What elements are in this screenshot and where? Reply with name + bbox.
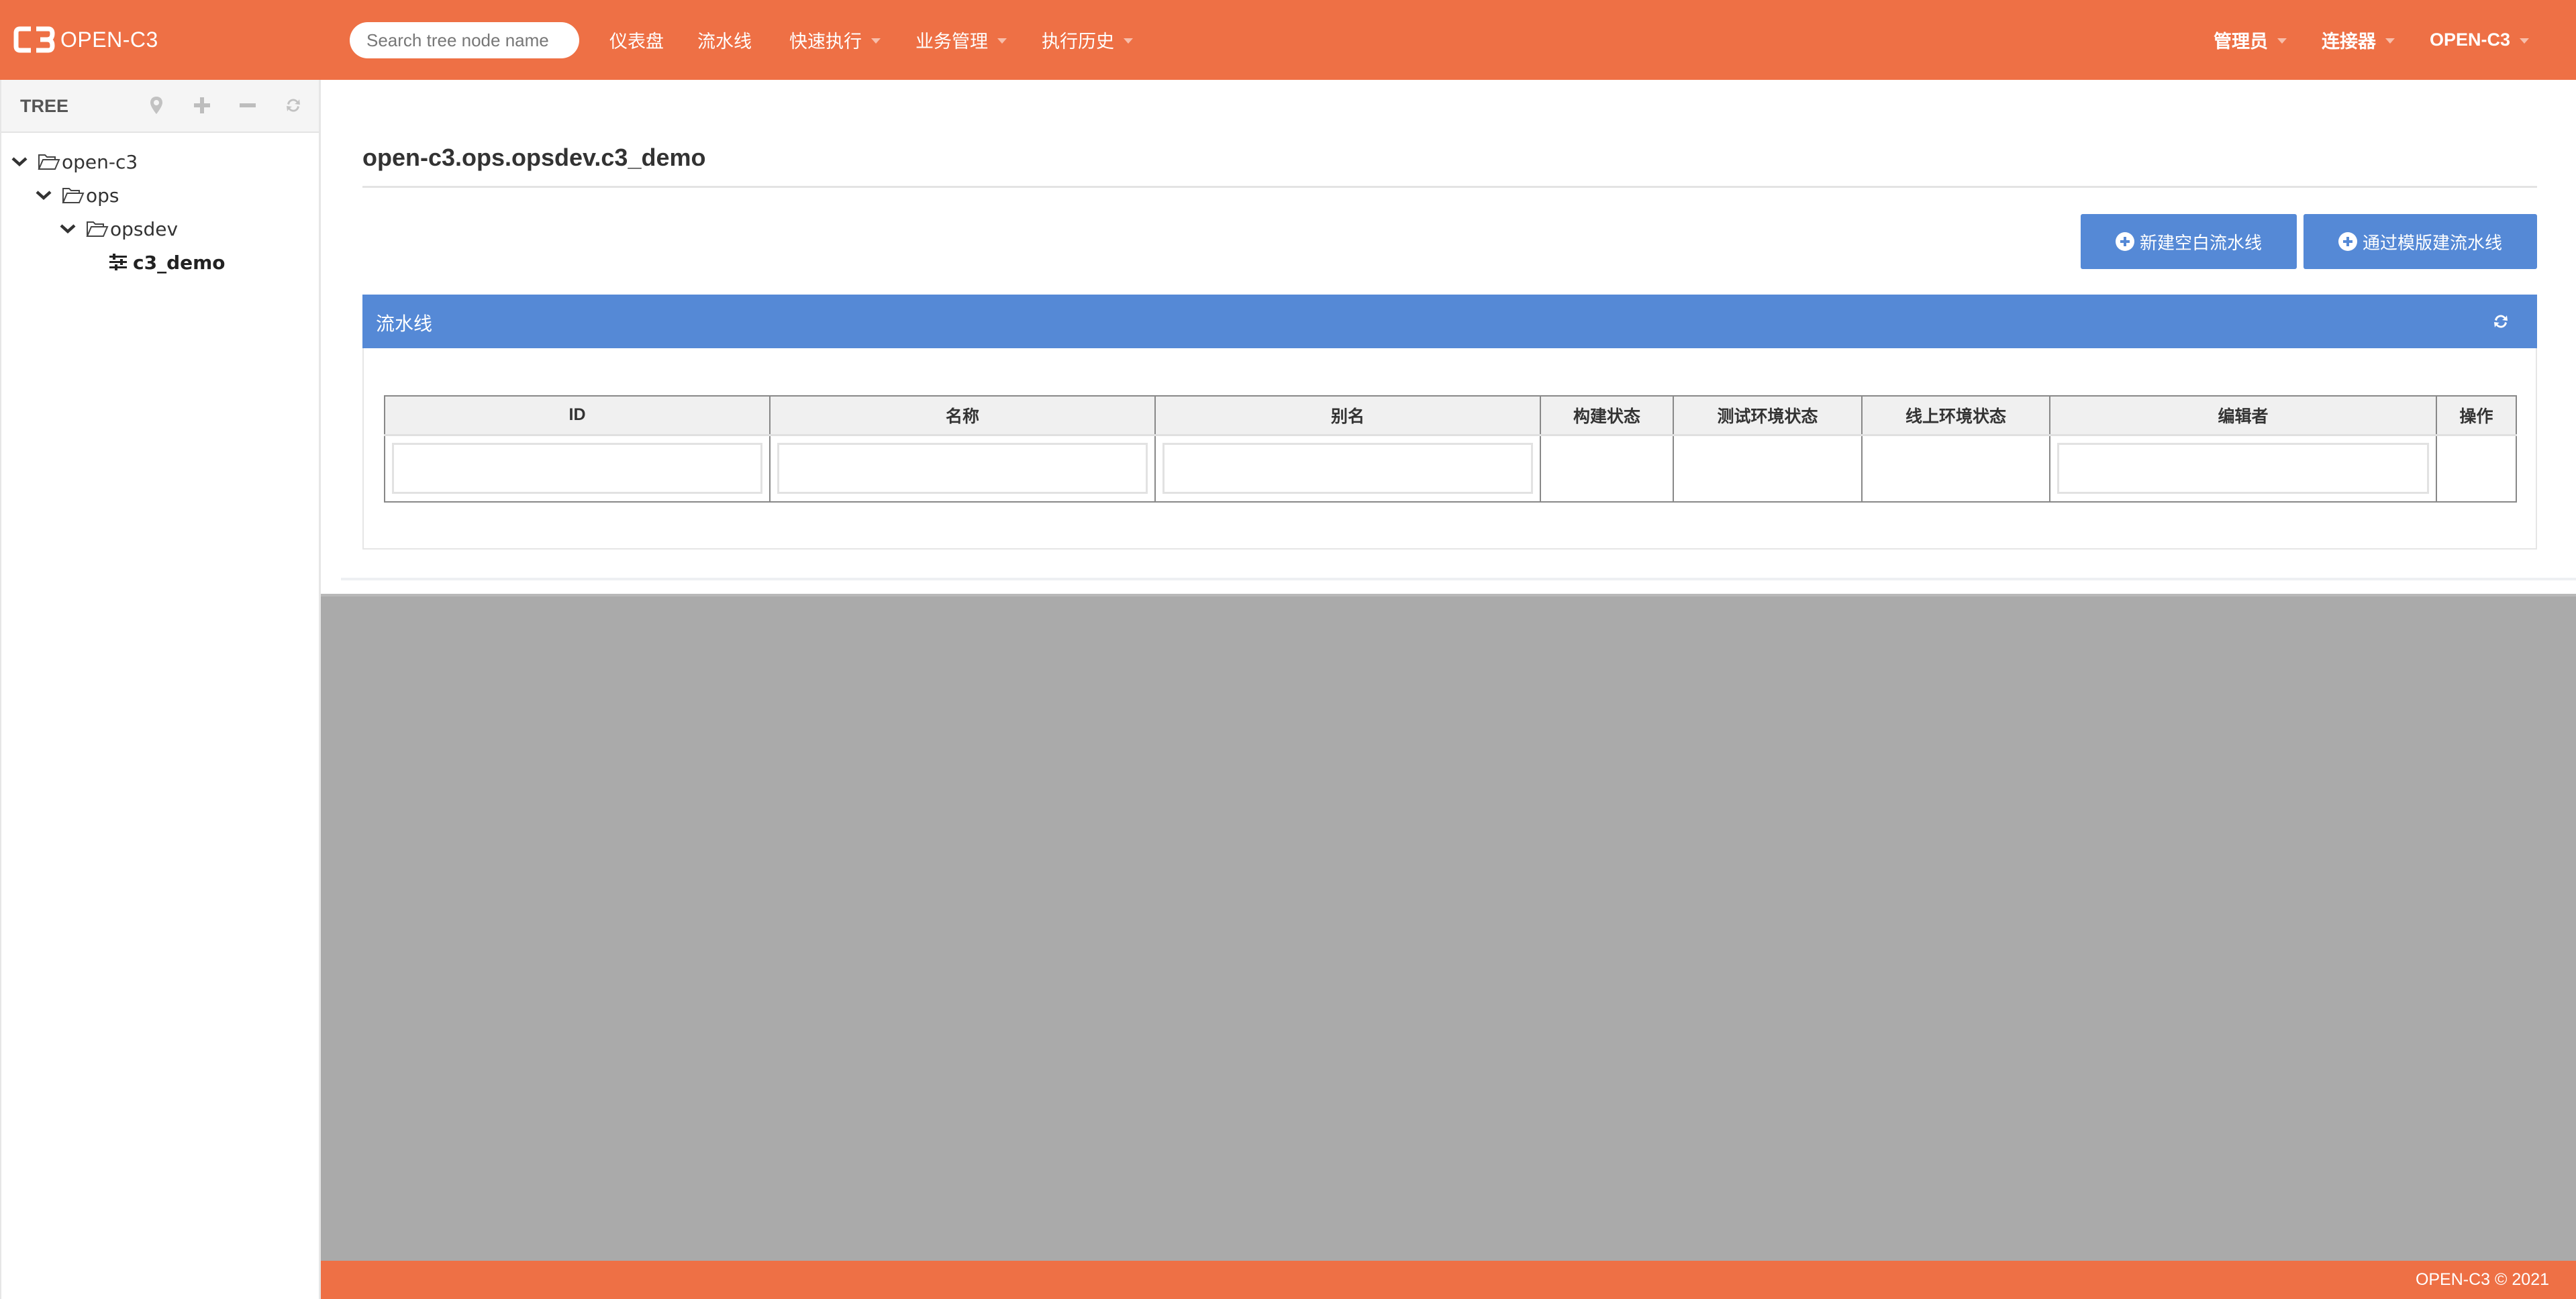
name-filter-input[interactable] xyxy=(777,443,1148,495)
tree-title: TREE xyxy=(20,96,69,116)
nav-business-mgmt[interactable]: 业务管理 xyxy=(915,27,1007,53)
new-blank-pipeline-label: 新建空白流水线 xyxy=(2139,232,2262,253)
tree-sidebar: TREE open-c3 ops opsdev c3_demo xyxy=(0,80,321,1299)
pipeline-panel: 流水线 ID 名称 别名 构建状态 测试环境状态 线上环境状态 编辑者 操作 xyxy=(362,295,2537,550)
nav-exec-history[interactable]: 执行历史 xyxy=(1042,27,1133,53)
filter-cell-name xyxy=(769,435,1156,503)
pipeline-panel-title: 流水线 xyxy=(376,313,433,334)
tree-header: TREE xyxy=(1,80,319,133)
filter-cell-editor xyxy=(2049,435,2437,503)
content-bottom-divider xyxy=(341,578,2576,580)
tree-node-opsdev[interactable]: opsdev xyxy=(1,212,319,246)
column-header-actions: 操作 xyxy=(2436,395,2517,436)
column-header-test-env-status[interactable]: 测试环境状态 xyxy=(1673,395,1863,436)
main-content: open-c3.ops.opsdev.c3_demo 新建空白流水线 通过模版建… xyxy=(321,80,2576,594)
tree-toolbar xyxy=(143,92,307,119)
chevron-down-icon[interactable] xyxy=(9,152,30,172)
filter-cell-test-env-status xyxy=(1673,435,1863,503)
pipeline-table: ID 名称 别名 构建状态 测试环境状态 线上环境状态 编辑者 操作 xyxy=(384,395,2517,503)
column-header-id[interactable]: ID xyxy=(384,395,771,436)
title-divider xyxy=(362,186,2537,188)
nav-quick-exec-label: 快速执行 xyxy=(789,32,862,52)
tree-node-label: c3_demo xyxy=(133,251,226,274)
c3-logo-icon xyxy=(12,23,56,56)
create-from-template-label: 通过模版建流水线 xyxy=(2362,232,2502,253)
column-header-name[interactable]: 名称 xyxy=(769,395,1156,436)
top-navbar: OPEN-C3 仪表盘 流水线 快速执行 业务管理 执行历史 管理员 连接器 xyxy=(0,0,2576,80)
user-nav: 管理员 连接器 OPEN-C3 xyxy=(2214,0,2530,80)
folder-open-icon xyxy=(86,221,109,237)
tree-node-label: open-c3 xyxy=(62,150,138,173)
folder-open-icon xyxy=(38,154,60,170)
refresh-icon[interactable] xyxy=(280,92,307,119)
column-header-build-status[interactable]: 构建状态 xyxy=(1540,395,1674,436)
new-blank-pipeline-button[interactable]: 新建空白流水线 xyxy=(2081,214,2297,269)
caret-down-icon xyxy=(2520,38,2530,44)
chevron-down-icon[interactable] xyxy=(58,219,78,239)
caret-down-icon xyxy=(2385,38,2395,44)
alias-filter-input[interactable] xyxy=(1162,443,1533,495)
caret-down-icon xyxy=(997,38,1007,44)
caret-down-icon xyxy=(871,38,881,44)
minus-icon[interactable] xyxy=(234,92,261,119)
empty-backdrop-area xyxy=(321,594,2576,1261)
nav-business-mgmt-label: 业务管理 xyxy=(915,32,988,52)
nav-admin[interactable]: 管理员 xyxy=(2214,27,2287,53)
caret-down-icon xyxy=(2277,38,2287,44)
page-title: open-c3.ops.opsdev.c3_demo xyxy=(362,144,706,171)
id-filter-input[interactable] xyxy=(392,443,762,495)
create-from-template-button[interactable]: 通过模版建流水线 xyxy=(2303,214,2537,269)
tree-node-label: opsdev xyxy=(110,217,179,240)
nav-pipeline[interactable]: 流水线 xyxy=(697,27,752,53)
filter-cell-alias xyxy=(1154,435,1541,503)
editor-filter-input[interactable] xyxy=(2057,443,2429,495)
tree-node-c3-demo[interactable]: c3_demo xyxy=(1,246,319,279)
nav-dashboard[interactable]: 仪表盘 xyxy=(609,27,664,53)
brand-logo[interactable]: OPEN-C3 xyxy=(12,23,158,56)
footer-copyright: OPEN-C3 © 2021 xyxy=(2415,1270,2549,1289)
tree-search-input[interactable] xyxy=(350,22,579,58)
tree-view: open-c3 ops opsdev c3_demo xyxy=(1,133,319,279)
caret-down-icon xyxy=(1124,38,1133,44)
nav-pipeline-label: 流水线 xyxy=(697,32,752,52)
pipeline-panel-header: 流水线 xyxy=(362,295,2537,348)
nav-admin-label: 管理员 xyxy=(2214,32,2268,52)
nav-quick-exec[interactable]: 快速执行 xyxy=(789,27,881,53)
nav-dashboard-label: 仪表盘 xyxy=(609,32,664,52)
brand-name: OPEN-C3 xyxy=(60,27,158,52)
table-header-row: ID 名称 别名 构建状态 测试环境状态 线上环境状态 编辑者 操作 xyxy=(384,395,2517,436)
filter-cell-id xyxy=(384,435,771,503)
column-header-alias[interactable]: 别名 xyxy=(1154,395,1541,436)
footer: OPEN-C3 © 2021 xyxy=(321,1261,2576,1299)
filter-cell-build-status xyxy=(1540,435,1674,503)
main-nav: 仪表盘 流水线 快速执行 业务管理 执行历史 xyxy=(609,0,1133,80)
nav-connector[interactable]: 连接器 xyxy=(2322,27,2395,53)
plus-circle-icon xyxy=(2115,232,2134,251)
plus-circle-icon xyxy=(2338,232,2357,251)
column-header-prod-env-status[interactable]: 线上环境状态 xyxy=(1861,395,2050,436)
folder-open-icon xyxy=(62,188,85,203)
chevron-down-icon[interactable] xyxy=(34,185,54,205)
filter-cell-actions xyxy=(2436,435,2517,503)
plus-icon[interactable] xyxy=(189,92,215,119)
tree-node-ops[interactable]: ops xyxy=(1,178,319,212)
tree-node-label: ops xyxy=(86,184,119,207)
refresh-icon[interactable] xyxy=(2489,309,2513,333)
table-filter-row xyxy=(384,435,2517,503)
nav-exec-history-label: 执行历史 xyxy=(1042,32,1114,52)
column-header-editor[interactable]: 编辑者 xyxy=(2049,395,2437,436)
filter-cell-prod-env-status xyxy=(1861,435,2050,503)
nav-user-menu-label: OPEN-C3 xyxy=(2430,30,2511,50)
sliders-icon xyxy=(109,254,127,270)
nav-user-menu[interactable]: OPEN-C3 xyxy=(2430,30,2530,50)
tree-node-open-c3[interactable]: open-c3 xyxy=(1,145,319,178)
nav-connector-label: 连接器 xyxy=(2322,32,2376,52)
map-marker-icon[interactable] xyxy=(143,92,170,119)
